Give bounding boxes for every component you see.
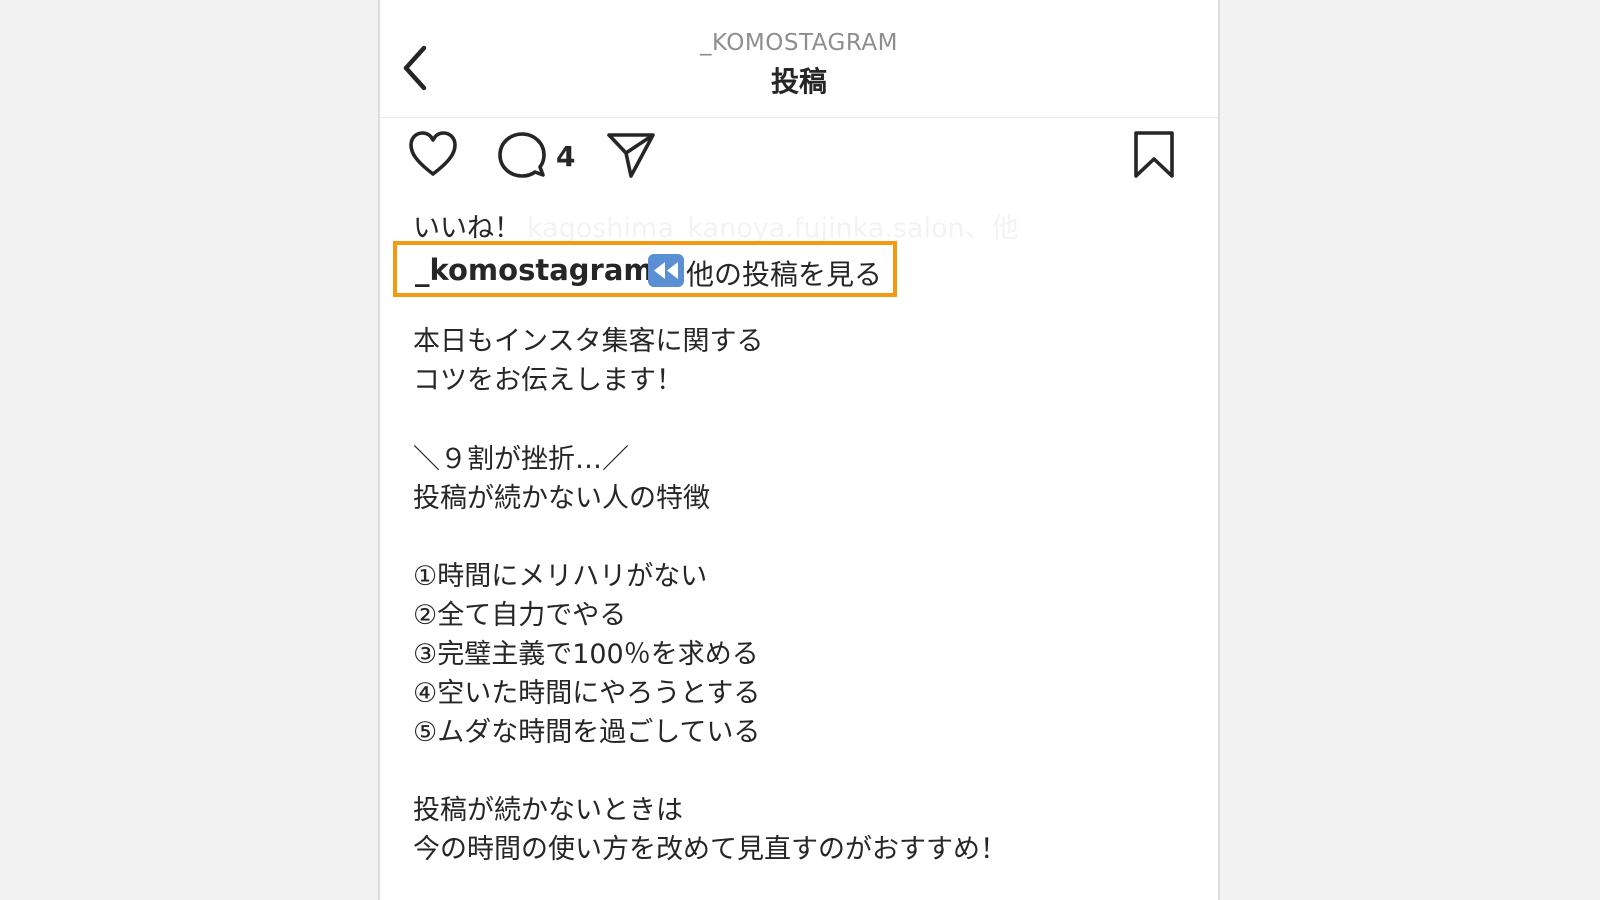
caption-username[interactable]: _komostagram <box>415 253 654 287</box>
header: _KOMOSTAGRAM 投稿 <box>380 0 1218 118</box>
caption-line: ＼９割が挫折…／ <box>413 444 629 475</box>
caption-line: コツをお伝えします！ <box>413 365 683 396</box>
share-button[interactable] <box>606 130 656 180</box>
caption-line: ④空いた時間にやろうとする <box>413 678 761 709</box>
bookmark-button[interactable] <box>1129 130 1179 180</box>
bookmark-icon <box>1134 131 1174 178</box>
likes-label: いいね！ <box>413 213 521 244</box>
caption-highlight: _komostagram 他の投稿を見る <box>393 241 897 297</box>
caption-line: ③完璧主義で100％を求める <box>413 639 759 670</box>
caption-line: 投稿が続かないときは <box>413 795 683 826</box>
comment-count: 4 <box>556 140 576 173</box>
header-username: _KOMOSTAGRAM <box>699 30 899 56</box>
rewind-icon <box>648 254 684 287</box>
action-bar: 4 <box>380 130 1218 180</box>
likes-names[interactable]: kagoshima_kanoya.fujinka.salon、他 <box>527 213 1019 244</box>
comment-button[interactable] <box>497 130 547 180</box>
caption-line: 今の時間の使い方を改めて見直すのがおすすめ！ <box>413 834 1007 865</box>
share-icon <box>607 133 655 178</box>
likes-line: いいね！ kagoshima_kanoya.fujinka.salon、他 <box>413 206 1019 245</box>
caption-line: ②全て自力でやる <box>413 600 627 631</box>
page-title: 投稿 <box>770 65 827 98</box>
post-screen: _KOMOSTAGRAM 投稿 4 いいね！ kagoshima_kanoya.… <box>378 0 1220 900</box>
caption-line: ①時間にメリハリがない <box>413 561 708 592</box>
heart-icon <box>409 131 457 176</box>
caption-line: 本日もインスタ集客に関する <box>413 326 764 357</box>
comment-icon <box>498 132 546 178</box>
caption-line: ⑤ムダな時間を過ごしている <box>413 717 761 748</box>
see-more-posts-link[interactable]: 他の投稿を見る <box>686 253 882 293</box>
caption-line: 投稿が続かない人の特徴 <box>413 483 710 514</box>
like-button[interactable] <box>408 130 458 180</box>
